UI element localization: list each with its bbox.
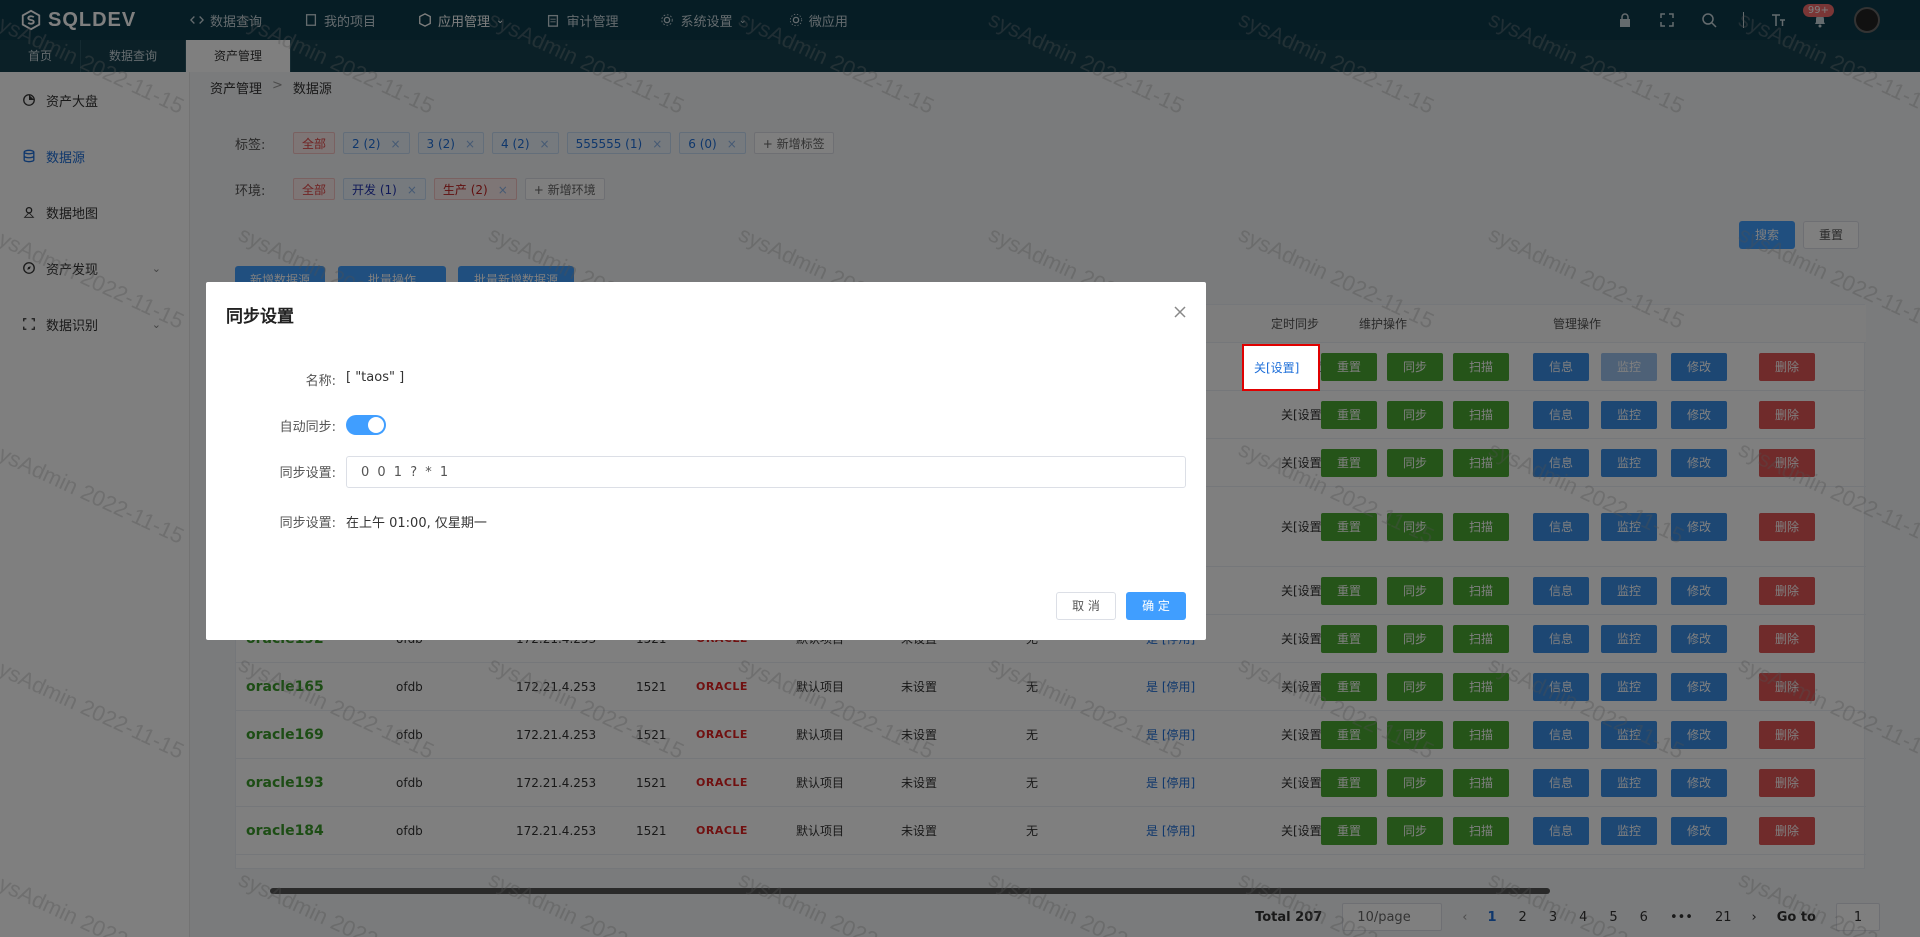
schedule-desc-value: 在上午 01:00, 仅星期一 — [346, 516, 487, 531]
cancel-button[interactable]: 取 消 — [1056, 592, 1116, 620]
name-label: 名称: — [305, 374, 336, 389]
schedule-link[interactable]: 关[设置] — [1254, 359, 1299, 376]
close-icon[interactable] — [1172, 304, 1188, 320]
sync-settings-dialog: 同步设置 名称: [ "taos" ] 自动同步: 同步设置: 0 0 1 ? … — [206, 282, 1206, 640]
auto-sync-label: 自动同步: — [279, 420, 336, 435]
schedule-cell-highlighted[interactable]: 关[设置] — [1244, 346, 1318, 389]
name-value: [ "taos" ] — [346, 370, 405, 385]
cron-label: 同步设置: — [279, 466, 336, 481]
schedule-desc-label: 同步设置: — [279, 516, 336, 531]
dialog-title: 同步设置 — [226, 307, 294, 327]
confirm-button[interactable]: 确 定 — [1126, 592, 1186, 620]
cron-input[interactable]: 0 0 1 ? * 1 — [346, 456, 1186, 488]
auto-sync-toggle[interactable] — [346, 415, 386, 435]
toggle-knob — [368, 417, 384, 433]
